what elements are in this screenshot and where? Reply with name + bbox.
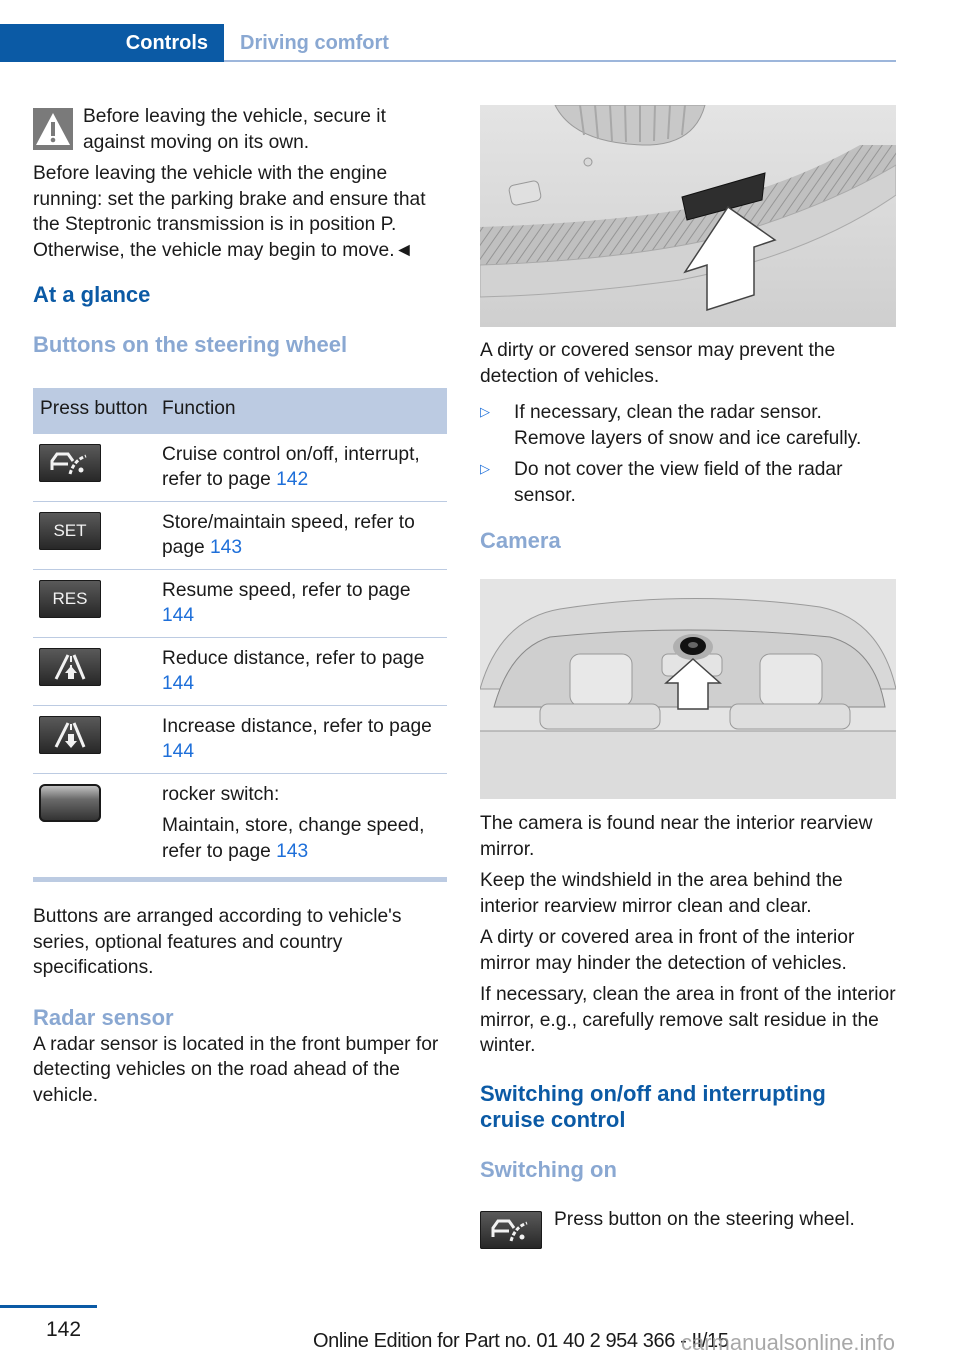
parking-brake-paragraph: Before leaving the vehicle with the engi…	[33, 163, 426, 261]
rocker-switch-icon	[39, 783, 101, 822]
table-bottom-rule	[33, 877, 447, 882]
list-item: ▷ Do not cover the view field of the rada…	[480, 459, 843, 506]
right-column-camera: The camera is found near the interior re…	[480, 811, 896, 1183]
heading-radar-sensor: Radar sensor	[33, 1004, 174, 1030]
left-column-lower: Buttons are arranged according to vehicl…	[33, 904, 447, 1108]
list-item: ▷ If necessary, clean the radar sensor. R…	[480, 402, 862, 449]
left-column-intro: Before leaving the vehicle with the engi…	[33, 161, 447, 358]
page-link[interactable]: 142	[276, 469, 308, 490]
camera-paragraph: If necessary, clean the area in front of…	[480, 984, 896, 1056]
table-row: Increase distance, refer to page 144	[33, 704, 447, 773]
page-number: 142	[46, 1318, 82, 1341]
table-row: SET Store/maintain speed, refer to page …	[33, 500, 447, 569]
set-button-icon: SET	[39, 511, 101, 550]
camera-paragraph: The camera is found near the interior re…	[480, 813, 873, 860]
footer-rule	[0, 1305, 97, 1308]
heading-switching-on: Switching on	[480, 1156, 617, 1182]
increase-distance-icon	[39, 715, 101, 754]
camera-windshield-illustration	[480, 579, 896, 799]
header-function: Function	[155, 388, 447, 434]
camera-paragraph: A dirty or covered area in front of the …	[480, 927, 855, 974]
page-link[interactable]: 144	[162, 605, 194, 626]
function-cell: Cruise control on/off, interrupt, refer …	[162, 443, 420, 491]
edition-text: Online Edition for Part no. 01 40 2 954 …	[313, 1330, 729, 1352]
buttons-table: Press button Function Cruise control on/…	[33, 388, 447, 872]
heading-camera: Camera	[480, 528, 561, 553]
table-row: rocker switch: Maintain, store, change s…	[33, 772, 447, 872]
warning-triangle-icon	[33, 108, 73, 150]
function-cell: Reduce distance, refer to page 144	[155, 636, 447, 705]
heading-buttons-steering-wheel: Buttons on the steering wheel	[33, 332, 348, 357]
page-link[interactable]: 144	[162, 673, 194, 694]
radar-bullet-list: ▷ If necessary, clean the radar sensor. R…	[480, 400, 896, 508]
radar-sensor-bumper-illustration	[480, 105, 896, 327]
header-press-button: Press button	[33, 388, 155, 434]
cruise-control-icon	[39, 443, 101, 482]
heading-at-a-glance: At a glance	[33, 282, 151, 307]
res-button-icon: RES	[39, 579, 101, 618]
dirty-sensor-paragraph: A dirty or covered sensor may prevent th…	[480, 340, 836, 387]
table-row: Cruise control on/off, interrupt, refer …	[33, 434, 447, 502]
warning-block: Before leaving the vehicle, secure it ag…	[33, 104, 447, 155]
buttons-arrangement-paragraph: Buttons are arranged according to vehicl…	[33, 906, 402, 978]
heading-switching-cruise-control: Switching on/off and interrupting cruise…	[480, 1080, 826, 1132]
switching-on-instruction: Press button on the steering wheel.	[554, 1209, 855, 1230]
function-cell: Store/maintain speed, refer to page 143	[155, 500, 447, 569]
tab-controls[interactable]: Controls	[0, 24, 224, 62]
page-link[interactable]: 143	[210, 537, 242, 558]
table-row: Reduce distance, refer to page 144	[33, 636, 447, 705]
warning-text: Before leaving the vehicle, secure it ag…	[83, 106, 386, 153]
table-row: RES Resume speed, refer to page 144	[33, 568, 447, 637]
camera-paragraph: Keep the windshield in the area behind t…	[480, 870, 843, 917]
tab-driving-comfort[interactable]: Driving comfort	[240, 24, 389, 62]
triangle-bullet-icon: ▷	[480, 461, 490, 476]
function-cell: Resume speed, refer to page 144	[155, 568, 447, 637]
table-header-row: Press button Function	[33, 388, 447, 434]
page-link[interactable]: 144	[162, 741, 194, 762]
page-link[interactable]: 143	[276, 841, 308, 862]
reduce-distance-icon	[39, 647, 101, 686]
radar-sensor-paragraph: A radar sensor is located in the front b…	[33, 1033, 439, 1106]
right-column-radar: A dirty or covered sensor may prevent th…	[480, 338, 896, 554]
cruise-control-icon	[480, 1211, 542, 1249]
function-cell: rocker switch: Maintain, store, change s…	[155, 772, 447, 872]
header-divider	[224, 60, 896, 62]
function-cell: Increase distance, refer to page 144	[155, 704, 447, 773]
triangle-bullet-icon: ▷	[480, 404, 490, 419]
watermark: carmanualsonline.info	[681, 1330, 896, 1355]
